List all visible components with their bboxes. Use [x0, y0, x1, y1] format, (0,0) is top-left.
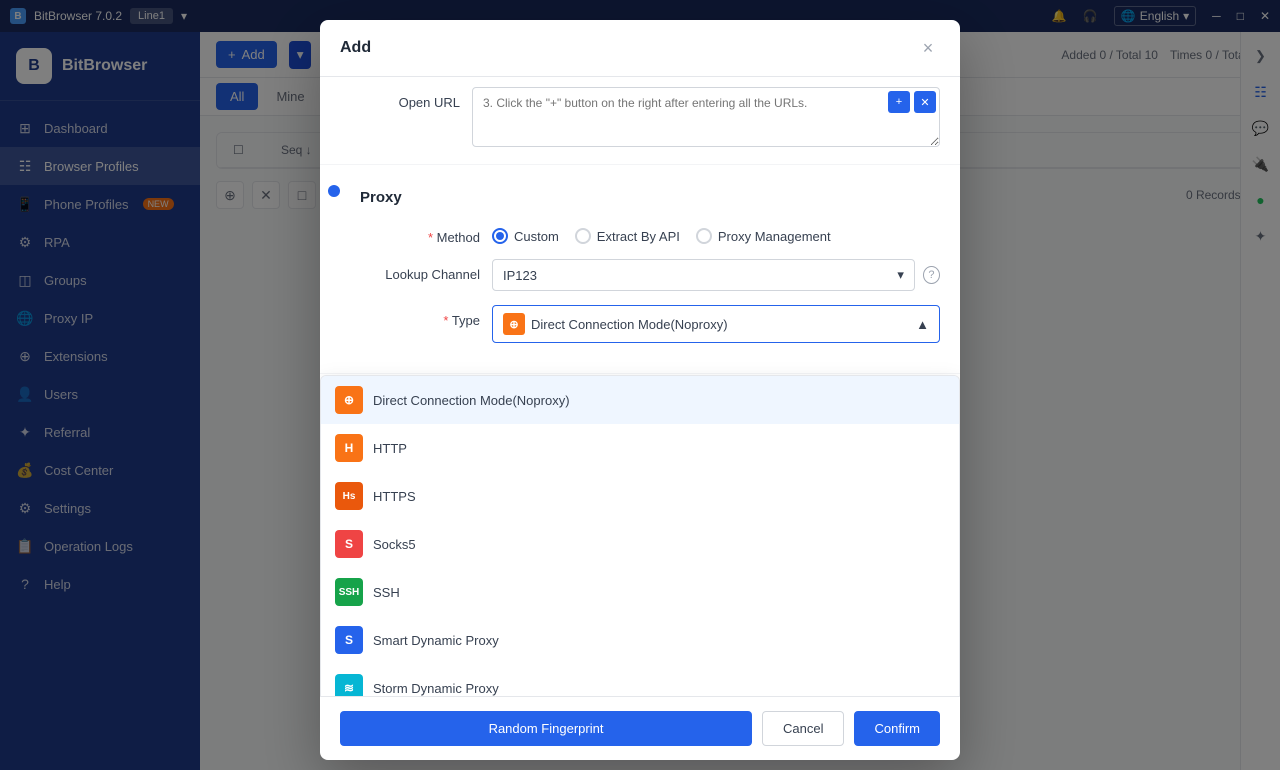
ssh-label: SSH [373, 585, 400, 600]
open-url-textarea[interactable] [472, 87, 940, 147]
proxy-method-radio-group: Custom Extract By API Proxy Management [492, 222, 940, 244]
cancel-button[interactable]: Cancel [762, 711, 844, 746]
https-label: HTTPS [373, 489, 416, 504]
proxy-type-icon-box: ⊕ [503, 313, 525, 335]
ssh-icon: SSH [335, 578, 363, 606]
open-url-row: Open URL + ✕ [340, 87, 940, 150]
proxy-type-label: Type [360, 305, 480, 328]
lookup-dropdown-icon: ▾ [897, 267, 904, 283]
dropdown-item-https[interactable]: Hs HTTPS [321, 472, 959, 520]
radio-extract-label: Extract By API [597, 229, 680, 244]
modal-body: Open URL + ✕ Proxy [320, 77, 960, 696]
textarea-add-btn[interactable]: + [888, 91, 910, 113]
proxy-type-control: ⊕ Direct Connection Mode(Noproxy) ▲ ⊕ Di… [492, 305, 940, 343]
help-icon-lookup[interactable]: ? [923, 266, 940, 284]
modal-footer: Random Fingerprint Cancel Confirm [320, 696, 960, 760]
random-fingerprint-button[interactable]: Random Fingerprint [340, 711, 752, 746]
dropdown-item-ssh[interactable]: SSH SSH [321, 568, 959, 616]
dropdown-item-smart-dynamic[interactable]: S Smart Dynamic Proxy [321, 616, 959, 664]
dropdown-item-noproxy[interactable]: ⊕ Direct Connection Mode(Noproxy) [321, 376, 959, 424]
noproxy-label: Direct Connection Mode(Noproxy) [373, 393, 570, 408]
proxy-type-value: Direct Connection Mode(Noproxy) [531, 317, 728, 332]
radio-proxymgmt-label: Proxy Management [718, 229, 831, 244]
proxy-method-label: Method [360, 222, 480, 245]
socks5-icon: S [335, 530, 363, 558]
radio-custom-circle [492, 228, 508, 244]
modal-backdrop: Add × Open URL + ✕ [0, 0, 1280, 770]
add-modal: Add × Open URL + ✕ [320, 20, 960, 760]
smart-dynamic-icon: S [335, 626, 363, 654]
proxy-section-title: Proxy [360, 181, 940, 206]
storm-dynamic-label: Storm Dynamic Proxy [373, 681, 499, 696]
modal-close-button[interactable]: × [916, 36, 940, 60]
modal-title: Add [340, 39, 371, 57]
https-icon: Hs [335, 482, 363, 510]
dropdown-item-http[interactable]: H HTTP [321, 424, 959, 472]
modal-header: Add × [320, 20, 960, 77]
socks5-label: Socks5 [373, 537, 416, 552]
lookup-channel-row: Lookup Channel IP123 ▾ ? [360, 259, 940, 291]
open-url-control: + ✕ [472, 87, 940, 150]
proxy-type-dropdown-icon: ▲ [916, 317, 929, 332]
dropdown-item-storm-dynamic[interactable]: ≋ Storm Dynamic Proxy [321, 664, 959, 696]
radio-proxy-mgmt[interactable]: Proxy Management [696, 228, 831, 244]
radio-extract-api[interactable]: Extract By API [575, 228, 680, 244]
proxy-method-control: Custom Extract By API Proxy Management [492, 222, 940, 244]
lookup-channel-value: IP123 [503, 268, 537, 283]
confirm-button[interactable]: Confirm [854, 711, 940, 746]
storm-dynamic-icon: ≋ [335, 674, 363, 696]
smart-dynamic-label: Smart Dynamic Proxy [373, 633, 499, 648]
noproxy-icon: ⊕ [335, 386, 363, 414]
lookup-channel-control: IP123 ▾ ? [492, 259, 940, 291]
proxy-type-icon-group: ⊕ Direct Connection Mode(Noproxy) [503, 313, 728, 335]
lookup-channel-label: Lookup Channel [360, 259, 480, 282]
http-icon: H [335, 434, 363, 462]
http-label: HTTP [373, 441, 407, 456]
lookup-channel-select[interactable]: IP123 ▾ [492, 259, 915, 291]
dropdown-item-socks5[interactable]: S Socks5 [321, 520, 959, 568]
proxy-method-row: Method Custom Extract By API [360, 222, 940, 245]
proxy-type-select[interactable]: ⊕ Direct Connection Mode(Noproxy) ▲ [492, 305, 940, 343]
proxy-type-row: Type ⊕ Direct Connection Mode(Noproxy) ▲ [360, 305, 940, 343]
open-url-label: Open URL [340, 87, 460, 110]
radio-proxymgmt-circle [696, 228, 712, 244]
radio-custom[interactable]: Custom [492, 228, 559, 244]
textarea-clear-btn[interactable]: ✕ [914, 91, 936, 113]
proxy-type-dropdown: ⊕ Direct Connection Mode(Noproxy) H HTTP… [320, 375, 960, 696]
radio-extract-circle [575, 228, 591, 244]
radio-custom-label: Custom [514, 229, 559, 244]
